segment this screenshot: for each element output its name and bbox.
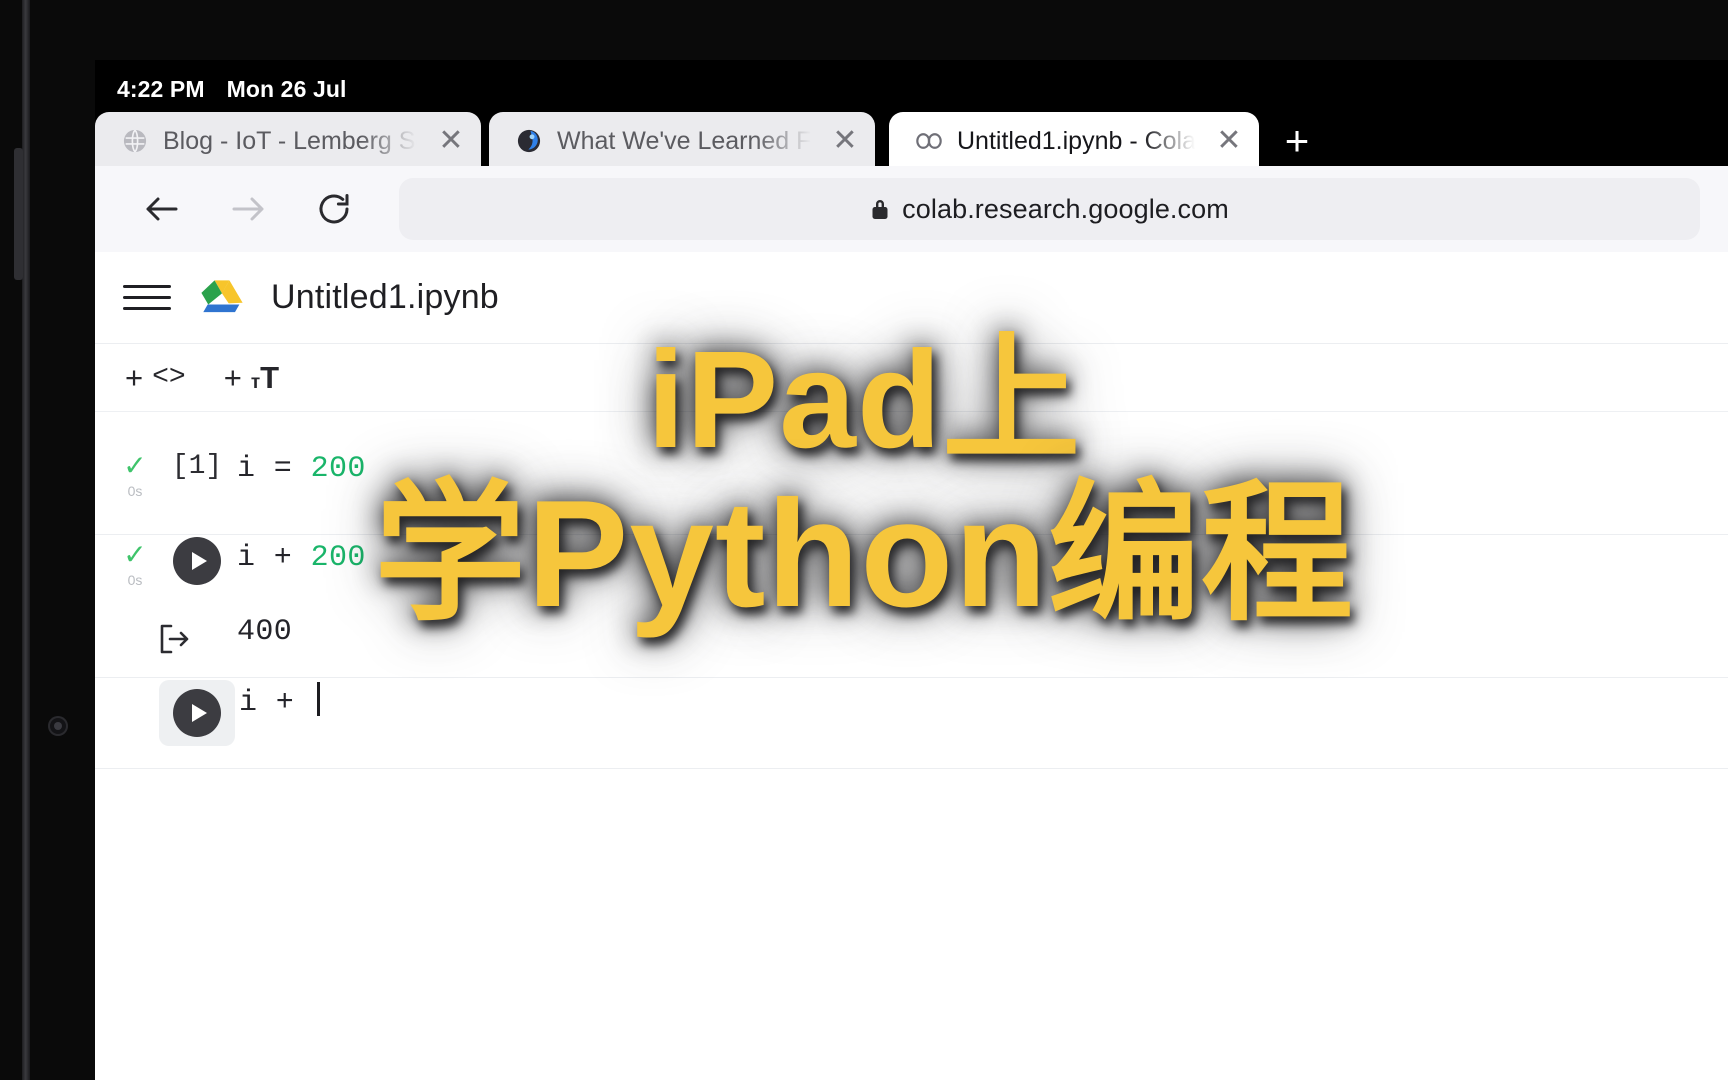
cell-1-execution-count: [1]	[171, 451, 223, 482]
url-input[interactable]: colab.research.google.com	[399, 178, 1700, 240]
play-triangle-icon	[191, 704, 207, 722]
ipad-volume-button[interactable]	[14, 148, 23, 280]
add-text-cell-button[interactable]: + ᴛ T	[218, 358, 285, 397]
screen-root: 4:22 PM Mon 26 Jul Blog - IoT - Lemberg …	[0, 0, 1728, 1080]
cell-1-runtime-label: 0s	[127, 483, 143, 499]
cell-2-code-editor[interactable]: i + 200	[237, 535, 1728, 578]
cell-1-code-editor[interactable]: i = 200	[237, 446, 1728, 489]
status-bar-time: 4:22 PM	[117, 75, 205, 102]
cell-3-code-editor[interactable]: i +	[237, 678, 1728, 723]
cell-2-success-check-icon: ✓	[123, 539, 147, 570]
cell-2-output-text: 400	[237, 615, 293, 649]
notebook-title: Untitled1.ipynb	[271, 278, 499, 316]
blue-globe-icon	[515, 127, 543, 155]
browser-tab-2[interactable]: What We've Learned From ✕	[489, 112, 875, 170]
notebook-cell-list: ✓ 0s [1] i = 200 ✓ 0s i + 200 400 i +	[95, 412, 1728, 769]
browser-tab-1[interactable]: Blog - IoT - Lemberg Solu ✕	[95, 112, 481, 170]
browser-tab-3-active[interactable]: Untitled1.ipynb - Colabo ✕	[889, 112, 1259, 170]
colab-application: Untitled1.ipynb + <> + ᴛ T ✓ 0s [1] i = …	[95, 252, 1728, 1080]
ipad-front-camera-icon	[48, 716, 68, 736]
browser-tab-1-title: Blog - IoT - Lemberg Solu	[163, 126, 417, 155]
cell-2-output-row: 400	[95, 615, 1728, 655]
cell-1-row: ✓ 0s [1] i = 200	[95, 446, 1728, 512]
cell-1-run-slot[interactable]: [1]	[157, 446, 237, 486]
ipad-edge-strip	[22, 0, 30, 1080]
code-brackets-icon: <>	[152, 362, 186, 393]
browser-tab-2-close-icon[interactable]: ✕	[825, 121, 865, 161]
cell-2-row: ✓ 0s i + 200	[95, 535, 1728, 601]
colab-co-icon	[915, 127, 943, 155]
forward-arrow-icon[interactable]	[209, 174, 287, 244]
colab-cell-toolbar: + <> + ᴛ T	[95, 344, 1728, 412]
output-arrow-icon	[113, 615, 237, 655]
cell-2-run-slot[interactable]	[157, 535, 237, 585]
cell-1-code-value: 200	[310, 452, 366, 486]
add-text-plus-icon: +	[223, 360, 242, 395]
notebook-cell-2[interactable]: ✓ 0s i + 200 400	[95, 535, 1728, 678]
url-text: colab.research.google.com	[902, 193, 1229, 224]
browser-content-frame: colab.research.google.com Untitled1.ipyn	[95, 166, 1728, 1080]
browser-tab-2-title: What We've Learned From	[557, 126, 811, 155]
back-arrow-icon[interactable]	[123, 174, 201, 244]
cell-1-success-check-icon: ✓	[123, 450, 147, 481]
notebook-cell-3-active[interactable]: i +	[95, 678, 1728, 769]
add-code-plus-icon: +	[125, 360, 144, 395]
notebook-cell-1[interactable]: ✓ 0s [1] i = 200	[95, 446, 1728, 535]
reload-icon[interactable]	[295, 174, 373, 244]
browser-tab-1-close-icon[interactable]: ✕	[431, 121, 471, 161]
cell-2-code-expression: i +	[237, 541, 311, 575]
browser-tab-strip: Blog - IoT - Lemberg Solu ✕ What We've L…	[95, 108, 1728, 170]
cell-1-code-expression: i =	[237, 452, 311, 486]
cell-2-run-button[interactable]	[173, 537, 221, 585]
text-icon-big-t: T	[260, 360, 280, 395]
cell-3-row: i +	[95, 678, 1728, 746]
browser-tab-3-title: Untitled1.ipynb - Colabo	[957, 126, 1195, 155]
globe-icon	[121, 127, 149, 155]
browser-address-bar-row: colab.research.google.com	[95, 166, 1728, 252]
lock-icon	[870, 197, 890, 221]
cell-1-status-gutter: ✓ 0s	[113, 446, 157, 499]
text-format-icon: ᴛ T	[251, 362, 279, 393]
text-icon-small-t: ᴛ	[250, 372, 261, 393]
hamburger-menu-icon[interactable]	[121, 272, 173, 324]
cell-3-divider	[95, 768, 1728, 769]
cell-3-run-button[interactable]	[173, 689, 221, 737]
cell-3-code-expression: i +	[239, 686, 313, 720]
play-triangle-icon	[191, 552, 207, 570]
browser-tab-3-close-icon[interactable]: ✕	[1209, 121, 1249, 161]
cell-3-run-button-highlight[interactable]	[159, 680, 235, 746]
cell-2-code-value: 200	[310, 541, 366, 575]
new-tab-button[interactable]: +	[1265, 112, 1329, 170]
colab-header-bar: Untitled1.ipynb	[95, 252, 1728, 344]
google-drive-icon[interactable]	[199, 277, 245, 319]
cell-2-runtime-label: 0s	[127, 572, 143, 588]
cell-2-status-gutter: ✓ 0s	[113, 535, 157, 588]
add-code-cell-button[interactable]: + <>	[119, 358, 192, 397]
status-bar-date: Mon 26 Jul	[226, 75, 347, 102]
cell-3-run-slot[interactable]	[157, 678, 237, 746]
text-cursor-caret	[316, 682, 320, 716]
cell-3-status-gutter	[113, 678, 157, 688]
